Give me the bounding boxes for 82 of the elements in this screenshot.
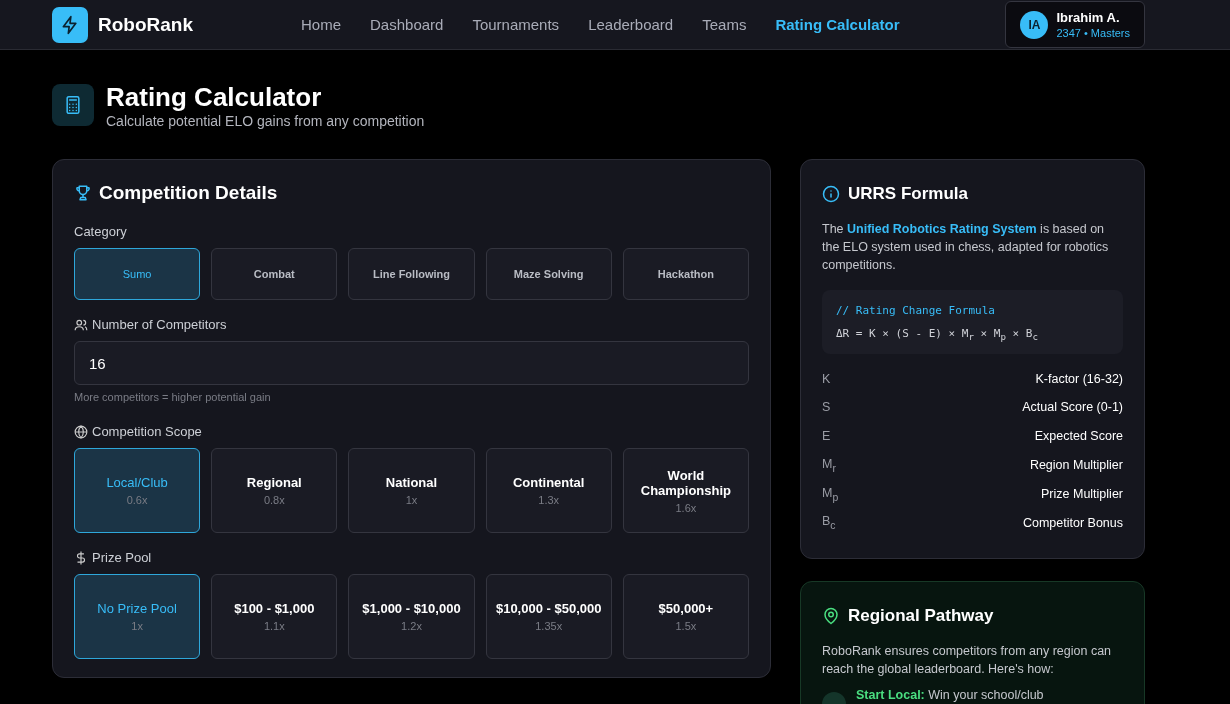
option-card[interactable]: Local/Club 0.6x <box>74 448 201 533</box>
field-label: Competition Scope <box>92 424 202 439</box>
option-label: Regional <box>246 475 302 490</box>
variable-meaning: Actual Score (0-1) <box>1022 400 1123 415</box>
info-icon <box>822 185 840 203</box>
calculator-icon <box>63 95 83 115</box>
step-text: Start Local: Win your school/club <box>856 688 1044 702</box>
description-text: The Unified Robotics Rating System is based on the ELO system used in chess, adapted for robotics competitions. <box>822 221 1110 274</box>
variable-meaning: Competitor Bonus <box>1022 515 1123 530</box>
page-title: Rating Calculator <box>106 82 323 112</box>
option-label: $1,000 - $10,000 <box>362 601 461 616</box>
variable-meaning: Region Multiplier <box>1029 457 1123 472</box>
nav-link[interactable]: Tournaments <box>472 16 560 33</box>
nav-link[interactable]: Home <box>301 16 341 33</box>
option-label: No Prize Pool <box>97 601 177 616</box>
card-title: Regional Pathway <box>848 606 994 626</box>
section-title: Competition Details <box>99 182 278 204</box>
option-label: World Championship <box>639 467 733 498</box>
number-input-field[interactable]: 16 <box>74 341 749 385</box>
option-card[interactable]: $100 - $1,000 1.1x <box>211 574 338 659</box>
category-option[interactable]: Line Following <box>348 248 475 300</box>
option-card[interactable]: $10,000 - $50,000 1.35x <box>485 574 612 659</box>
brand-name: RoboRank <box>98 13 193 36</box>
lightning-icon <box>60 14 80 35</box>
category-option[interactable]: Sumo <box>74 248 201 300</box>
option-multiplier: 1.35x <box>535 620 563 632</box>
option-multiplier: 0.6x <box>126 494 148 506</box>
variable-symbol: M$_{r}$ <box>822 456 836 474</box>
user-rating: 2347 • Masters <box>1056 27 1130 39</box>
option-card[interactable]: World Championship 1.6x <box>622 448 749 533</box>
option-label: $100 - $1,000 <box>234 601 315 616</box>
nav-link[interactable]: Teams <box>702 16 747 33</box>
variable-symbol: M$_{p}$ <box>822 485 839 502</box>
option-multiplier: 1.3x <box>538 494 560 506</box>
dollar-icon <box>74 550 88 565</box>
option-multiplier: 1x <box>131 620 143 632</box>
field-label: Prize Pool <box>92 550 152 565</box>
card-title: URRS Formula <box>848 184 968 204</box>
option-multiplier: 1x <box>405 494 418 506</box>
option-label: $10,000 - $50,000 <box>495 601 602 616</box>
avatar: IA <box>1020 10 1049 39</box>
nav-link[interactable]: Dashboard <box>370 16 444 33</box>
description-text: RoboRank ensures competitors from any region can reach the global leaderboard. Here's how: <box>822 643 1113 678</box>
variable-meaning: Prize Multiplier <box>1041 486 1123 501</box>
option-multiplier: 1.5x <box>675 620 697 632</box>
category-option[interactable]: Maze Solving <box>485 248 612 300</box>
option-multiplier: 1.2x <box>401 620 422 632</box>
nav-link[interactable]: Leaderboard <box>588 16 674 33</box>
category-option[interactable]: Combat <box>211 248 338 300</box>
variable-symbol: S <box>822 400 831 415</box>
field-label: Number of Competitors <box>92 317 227 332</box>
map-pin-icon <box>822 607 840 625</box>
code-comment: // Rating Change Formula <box>836 304 996 317</box>
variable-meaning: Expected Score <box>1034 429 1123 444</box>
option-label: Continental <box>512 475 585 490</box>
user-card[interactable]: IA Ibrahim A. 2347 • Masters <box>1005 1 1145 48</box>
user-name: Ibrahim A. <box>1056 10 1121 25</box>
globe-icon <box>74 424 88 439</box>
nav-link[interactable]: Rating Calculator <box>775 16 900 33</box>
option-card[interactable]: Regional 0.8x <box>211 448 338 533</box>
option-card[interactable]: National 1x <box>348 448 475 533</box>
option-label: National <box>385 475 438 490</box>
users-icon <box>74 317 88 332</box>
option-card[interactable]: $50,000+ 1.5x <box>622 574 749 659</box>
field-label: Category <box>74 224 127 239</box>
variable-symbol: E <box>822 429 831 444</box>
formula-equation: ΔR = K × (S - E) × M$_{r}$ × M$_{p}$ × B$_{c}$ <box>836 327 1039 343</box>
option-card[interactable]: No Prize Pool 1x <box>74 574 201 659</box>
variable-symbol: B$_{c}$ <box>822 514 836 531</box>
category-option[interactable]: Hackathon <box>622 248 749 300</box>
trophy-icon <box>74 184 92 202</box>
option-multiplier: 0.8x <box>263 494 285 506</box>
option-multiplier: 1.6x <box>675 501 697 514</box>
option-card[interactable]: $1,000 - $10,000 1.2x <box>348 574 475 659</box>
helper-text: More competitors = higher potential gain <box>74 391 272 403</box>
variable-symbol: K <box>822 371 831 386</box>
page-subtitle: Calculate potential ELO gains from any competition <box>106 113 425 129</box>
option-label: Local/Club <box>106 475 168 490</box>
option-card[interactable]: Continental 1.3x <box>485 448 612 533</box>
option-label: $50,000+ <box>658 601 714 616</box>
option-multiplier: 1.1x <box>263 620 285 632</box>
variable-meaning: K-factor (16-32) <box>1035 371 1123 386</box>
